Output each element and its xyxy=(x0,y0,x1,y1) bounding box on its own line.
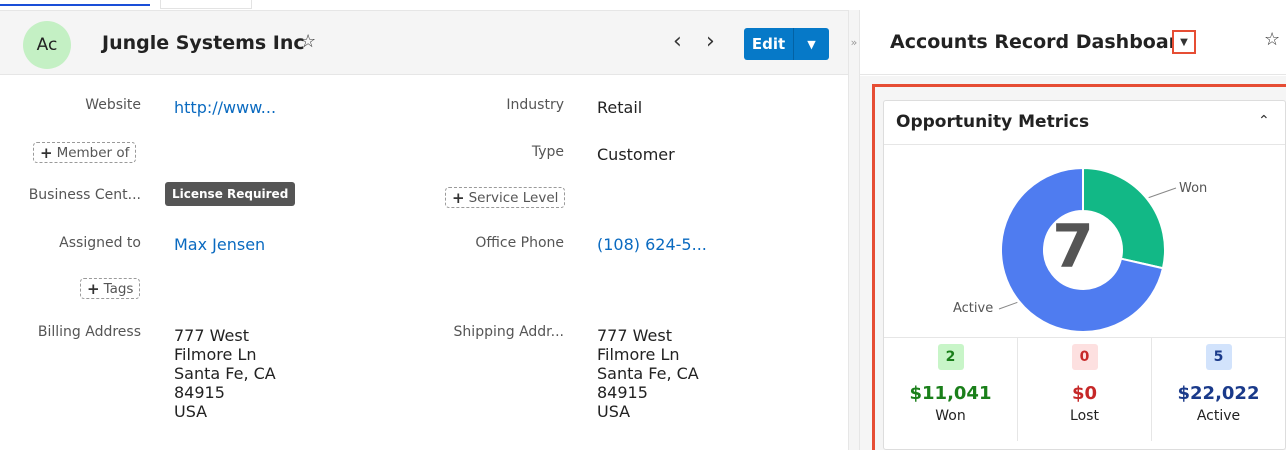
dashboard-header: Accounts Record Dashboard ▼ ☆ xyxy=(860,10,1286,75)
address-line: Filmore Ln xyxy=(597,345,680,364)
type-label: Type xyxy=(531,144,564,160)
record-header: Ac Jungle Systems Inc ☆ ‹ › Edit ▼ xyxy=(0,10,848,75)
shipping-address-value: 777 West Filmore Ln Santa Fe, CA 84915 U… xyxy=(597,326,699,421)
website-value[interactable]: http://www... xyxy=(174,98,276,117)
edit-button-group: Edit ▼ xyxy=(744,28,829,60)
address-line: 777 West xyxy=(597,326,672,345)
address-line: 84915 xyxy=(597,383,648,402)
address-line: Santa Fe, CA xyxy=(597,364,699,383)
assigned-to-label: Assigned to xyxy=(59,235,141,251)
office-phone-value[interactable]: (108) 624-5... xyxy=(597,235,707,254)
add-service-level-button[interactable]: + Service Level xyxy=(445,187,566,208)
top-strip xyxy=(0,0,1286,10)
address-line: USA xyxy=(597,402,631,421)
star-outline-icon[interactable]: ☆ xyxy=(1264,29,1280,50)
dashboard-dropdown-button[interactable]: ▼ xyxy=(1172,30,1196,54)
previous-record-button[interactable]: ‹ xyxy=(673,31,682,53)
add-member-of-button[interactable]: + Member of xyxy=(33,142,137,163)
member-of-label: Member of xyxy=(56,144,130,161)
plus-icon: + xyxy=(87,279,100,298)
top-link[interactable] xyxy=(0,0,150,6)
edit-dropdown-button[interactable]: ▼ xyxy=(794,28,829,60)
address-line: USA xyxy=(174,402,208,421)
website-label: Website xyxy=(85,97,141,113)
address-line: 777 West xyxy=(174,326,249,345)
billing-address-label: Billing Address xyxy=(37,324,141,340)
top-tab[interactable] xyxy=(160,0,252,9)
double-chevron-right-icon[interactable]: » xyxy=(848,36,860,49)
address-line: 84915 xyxy=(174,383,225,402)
record-title: Jungle Systems Inc xyxy=(102,32,305,54)
address-line: Santa Fe, CA xyxy=(174,364,276,383)
type-value: Customer xyxy=(597,145,675,164)
industry-value: Retail xyxy=(597,98,643,117)
office-phone-label: Office Phone xyxy=(475,235,564,251)
plus-icon: + xyxy=(40,143,53,162)
service-level-label: Service Level xyxy=(468,189,559,206)
address-line: Filmore Ln xyxy=(174,345,257,364)
plus-icon: + xyxy=(452,188,465,207)
next-record-button[interactable]: › xyxy=(706,31,715,53)
caret-down-icon: ▼ xyxy=(807,37,816,51)
add-tags-button[interactable]: + Tags xyxy=(80,278,141,299)
dashlet-highlight-box xyxy=(872,84,1286,450)
billing-address-value: 777 West Filmore Ln Santa Fe, CA 84915 U… xyxy=(174,326,276,421)
dashboard-title: Accounts Record Dashboard xyxy=(890,31,1192,53)
business-center-label: Business Cent... xyxy=(28,187,141,203)
caret-down-icon: ▼ xyxy=(1180,36,1188,48)
license-required-badge: License Required xyxy=(165,182,296,206)
star-outline-icon[interactable]: ☆ xyxy=(300,31,316,53)
industry-label: Industry xyxy=(506,97,564,113)
tags-label: Tags xyxy=(103,280,134,297)
shipping-address-label: Shipping Addr... xyxy=(453,324,564,340)
avatar: Ac xyxy=(23,21,71,69)
edit-button[interactable]: Edit xyxy=(744,28,794,60)
panel-splitter[interactable] xyxy=(848,10,860,450)
assigned-to-value[interactable]: Max Jensen xyxy=(174,235,265,254)
